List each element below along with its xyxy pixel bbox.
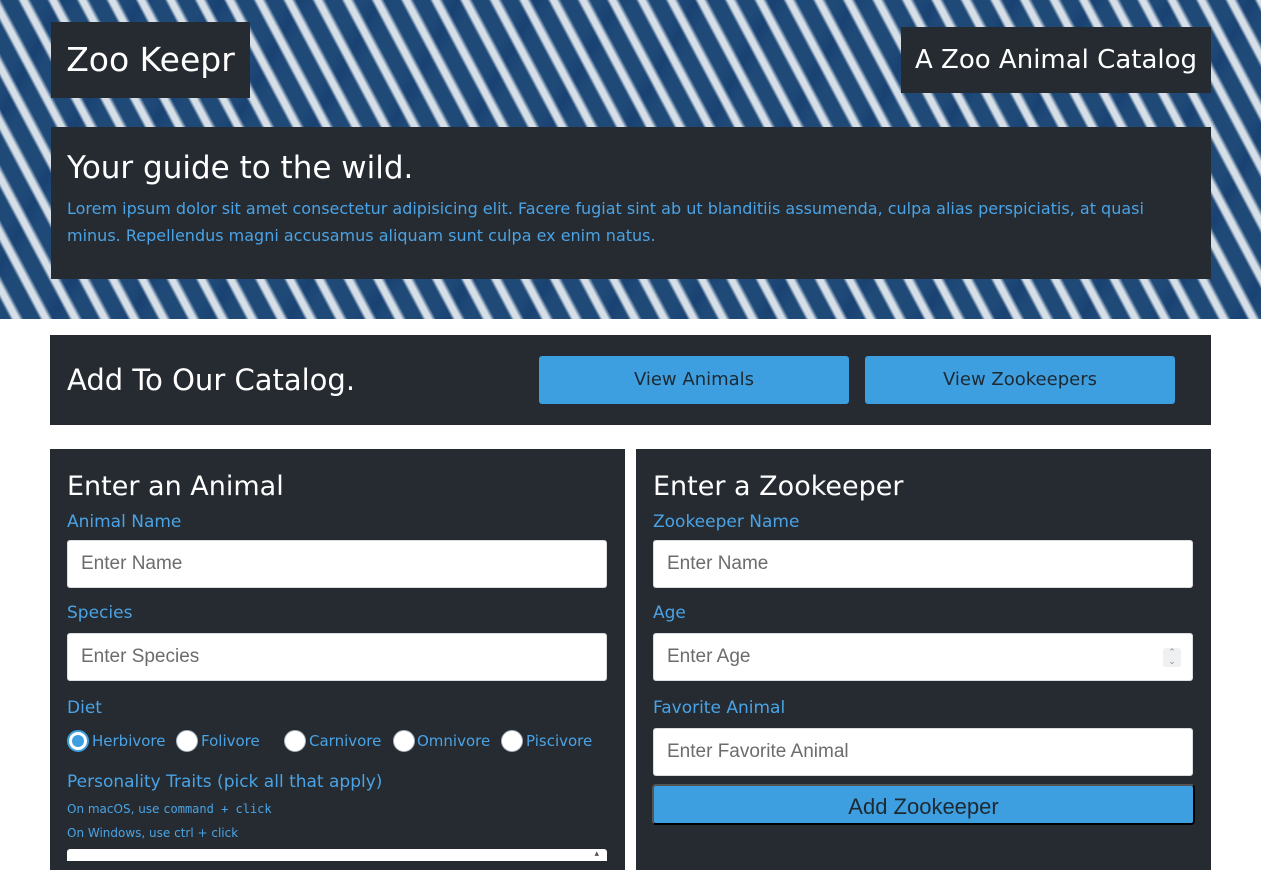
select-arrow-icon: ▴ — [594, 849, 599, 859]
species-label: Species — [67, 603, 133, 623]
diet-radio-herbivore[interactable] — [67, 730, 89, 752]
hint-macos: On macOS, use command + click — [67, 801, 608, 817]
hint-macos-text: On macOS, use — [67, 802, 160, 816]
age-field: ⌃⌄ — [653, 633, 1193, 681]
diet-option-label: Folivore — [201, 732, 260, 750]
diet-option-label: Omnivore — [417, 732, 491, 750]
animal-form: Enter an Animal Animal Name Species Diet… — [50, 449, 625, 870]
age-label: Age — [653, 603, 686, 623]
zookeeper-name-label: Zookeeper Name — [653, 512, 800, 532]
hero-card: Your guide to the wild. Lorem ipsum dolo… — [51, 127, 1211, 279]
animal-name-label: Animal Name — [67, 512, 182, 532]
favorite-animal-label: Favorite Animal — [653, 698, 786, 718]
diet-radio-carnivore[interactable] — [284, 730, 306, 752]
zookeeper-form: Enter a Zookeeper Zookeeper Name Age ⌃⌄ … — [636, 449, 1211, 870]
diet-radio-group: Herbivore Folivore Carnivore Omnivore Pi… — [67, 728, 608, 754]
zookeeper-name-input[interactable] — [653, 540, 1193, 588]
favorite-animal-input[interactable] — [653, 728, 1193, 776]
diet-radio-omnivore[interactable] — [393, 730, 415, 752]
site-logo[interactable]: Zoo Keepr — [51, 22, 250, 98]
hero-title: Your guide to the wild. — [67, 150, 414, 186]
catalog-title: Add To Our Catalog. — [67, 363, 356, 397]
hint-windows: On Windows, use ctrl + click — [67, 826, 239, 840]
diet-option-label: Herbivore — [92, 732, 166, 750]
animal-form-title: Enter an Animal — [67, 471, 284, 502]
personality-traits-label: Personality Traits (pick all that apply) — [67, 772, 383, 792]
hero-text: Lorem ipsum dolor sit amet consectetur a… — [67, 199, 1144, 245]
view-animals-button[interactable]: View Animals — [539, 356, 849, 404]
view-zookeepers-button[interactable]: View Zookeepers — [865, 356, 1175, 404]
add-zookeeper-button[interactable]: Add Zookeeper — [652, 784, 1195, 825]
hero-banner: Zoo Keepr A Zoo Animal Catalog Your guid… — [0, 0, 1261, 319]
diet-radio-piscivore[interactable] — [501, 730, 523, 752]
diet-option-label: Piscivore — [526, 732, 593, 750]
age-input[interactable] — [653, 633, 1193, 681]
species-input[interactable] — [67, 633, 607, 681]
site-tagline: A Zoo Animal Catalog — [901, 27, 1211, 93]
diet-option-label: Carnivore — [309, 732, 382, 750]
diet-radio-folivore[interactable] — [176, 730, 198, 752]
animal-name-input[interactable] — [67, 540, 607, 588]
age-spinner-icon[interactable]: ⌃ ⌄ — [1163, 648, 1181, 667]
diet-label: Diet — [67, 698, 102, 718]
personality-traits-select[interactable]: ▴ — [67, 849, 607, 861]
hint-macos-code: command + click — [163, 802, 272, 816]
catalog-bar: Add To Our Catalog. View Animals View Zo… — [50, 335, 1211, 425]
zookeeper-form-title: Enter a Zookeeper — [653, 471, 904, 502]
